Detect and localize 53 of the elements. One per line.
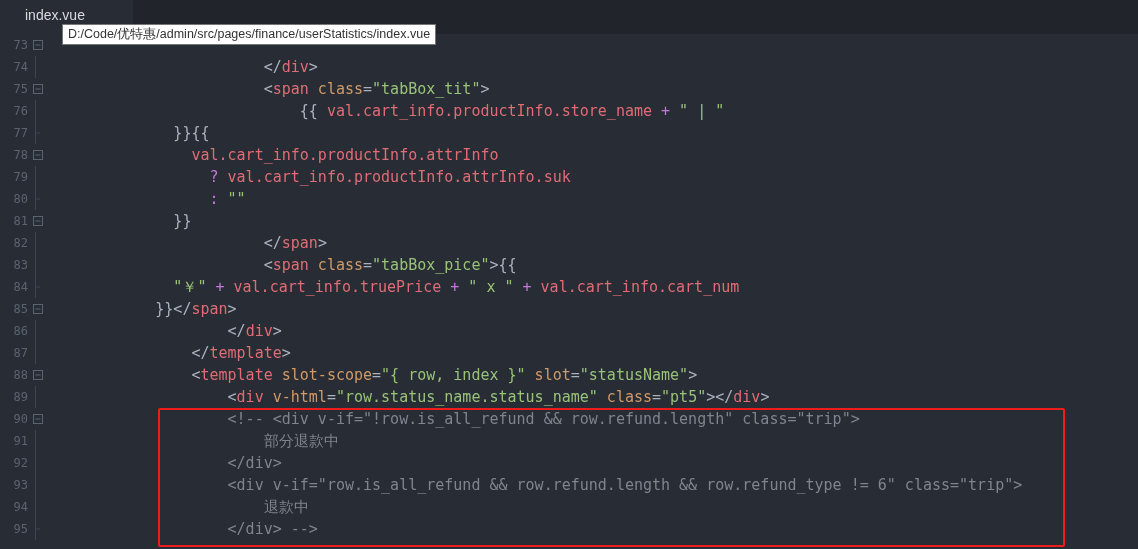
code-line: <!-- <div v-if="!row.is_all_refund && row.refund.length" class="trip"> [226,410,860,428]
line-number: 91 [12,434,28,448]
code-line: }}{{ [172,124,210,142]
code-line: </span> [262,234,327,252]
line-number: 87 [12,346,28,360]
line-number: 83 [12,258,28,272]
line-number: 81 [12,214,28,228]
fold-toggle-icon[interactable] [33,40,43,50]
line-number: 79 [12,170,28,184]
fold-toggle-icon[interactable] [33,370,43,380]
code-line: <div v-html="row.status_name.status_name" class="pt5"></div> [226,388,770,406]
line-number: 77 [12,126,28,140]
line-number: 73 [12,38,28,52]
fold-toggle-icon[interactable] [33,84,43,94]
line-number: 74 [12,60,28,74]
fold-toggle-icon[interactable] [33,414,43,424]
code-line: "￥" + val.cart_info.truePrice + " x " + val.cart_info.cart_num [172,277,740,297]
code-line: }}</span> [154,300,237,318]
line-number: 95 [12,522,28,536]
code-line: {{ val.cart_info.productInfo.store_name + " | " [298,102,725,120]
code-line: 部分退款中 [262,431,339,451]
code-line: <span class="tabBox_pice">{{ [262,256,517,274]
line-number: 75 [12,82,28,96]
line-number: 85 [12,302,28,316]
fold-toggle-icon[interactable] [33,304,43,314]
code-line: : "" [208,190,246,208]
line-number: 76 [12,104,28,118]
line-number: 86 [12,324,28,338]
path-tooltip: D:/Code/优特惠/admin/src/pages/finance/userStatistics/index.vue [62,24,437,45]
code-line: val.cart_info.productInfo.attrInfo [190,146,499,164]
code-line: <div v-if="row.is_all_refund && row.refund.length && row.refund_type != 6" class="trip"> [226,476,1023,494]
line-number: 92 [12,456,28,470]
line-number: 90 [12,412,28,426]
code-line: </div> [262,58,318,76]
line-number: 94 [12,500,28,514]
code-line: </div> --> [226,520,318,538]
code-line: </div> [226,322,282,340]
line-number: 88 [12,368,28,382]
code-line: 退款中 [262,497,309,517]
line-number: 80 [12,192,28,206]
code-line: }} [172,212,192,230]
line-number: 89 [12,390,28,404]
code-line: <template slot-scope="{ row, index }" slot="statusName"> [190,366,698,384]
code-line: </div> [226,454,282,472]
line-number: 84 [12,280,28,294]
line-number: 78 [12,148,28,162]
fold-toggle-icon[interactable] [33,150,43,160]
code-line: ? val.cart_info.productInfo.attrInfo.suk [208,168,571,186]
line-number: 82 [12,236,28,250]
code-line: </template> [190,344,291,362]
line-number: 93 [12,478,28,492]
code-line: <span class="tabBox_tit"> [262,80,490,98]
fold-toggle-icon[interactable] [33,216,43,226]
